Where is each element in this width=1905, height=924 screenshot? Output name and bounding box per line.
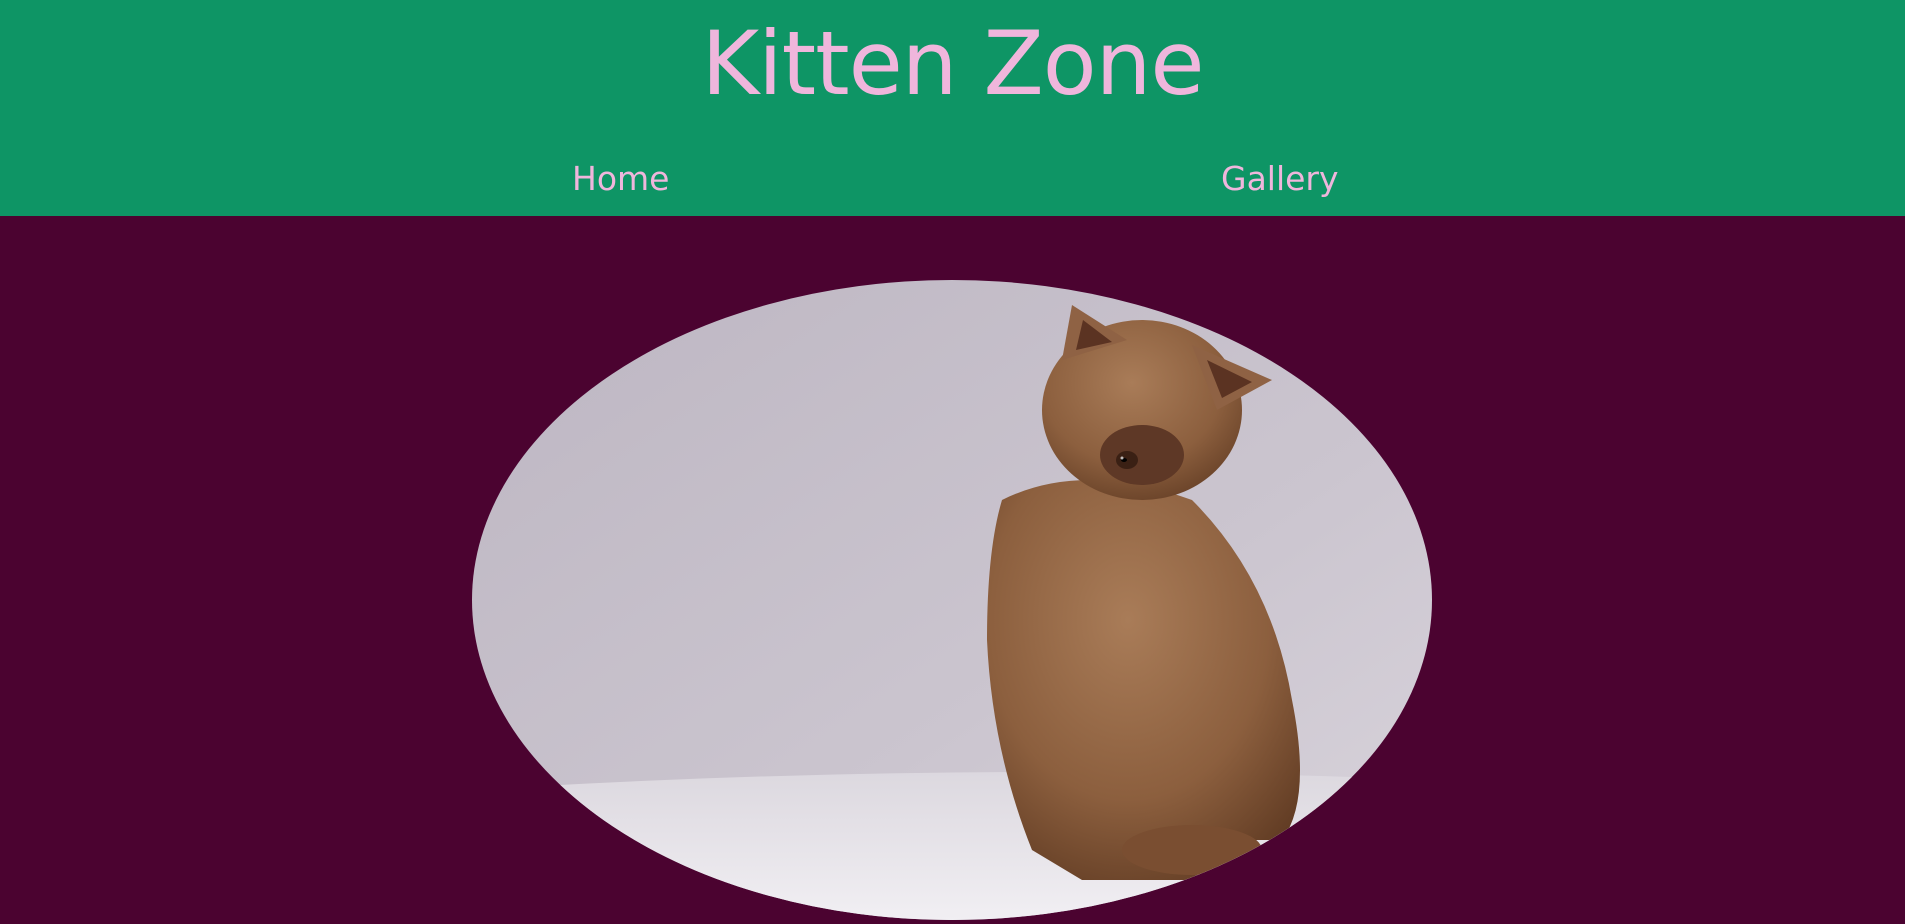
site-header: Kitten Zone Home Gallery (0, 0, 1905, 216)
nav-link-home[interactable]: Home (572, 154, 669, 204)
hero-image (472, 280, 1432, 920)
nav-link-gallery[interactable]: Gallery (1221, 154, 1339, 204)
site-title: Kitten Zone (701, 12, 1204, 115)
kittens-photo (472, 280, 1432, 920)
